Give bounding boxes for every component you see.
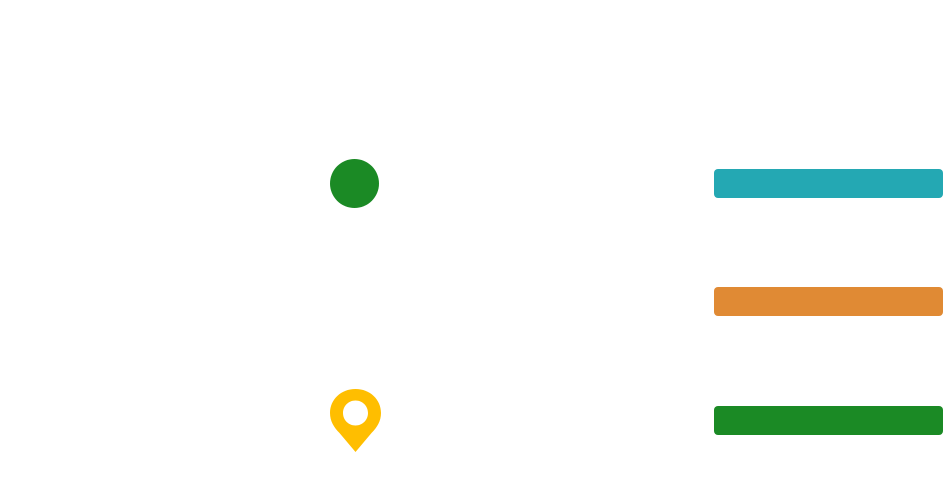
green-circle-marker-icon[interactable]: [330, 159, 379, 208]
orange-bar[interactable]: [714, 287, 943, 316]
yellow-map-pin-icon[interactable]: [329, 388, 382, 454]
map-pin-shape: [330, 389, 381, 452]
teal-bar[interactable]: [714, 169, 943, 198]
map-pin-icon: [330, 389, 381, 452]
green-bar[interactable]: [714, 406, 943, 435]
